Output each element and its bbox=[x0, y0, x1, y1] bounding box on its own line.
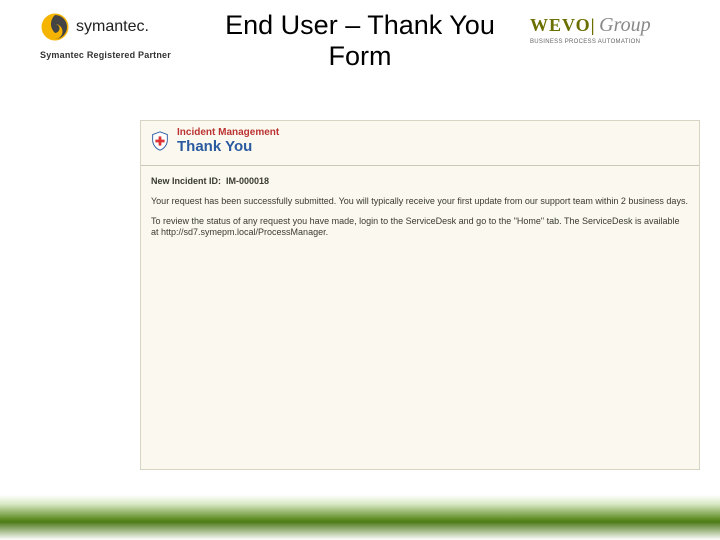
wevo-word: WEVO bbox=[530, 15, 591, 35]
symantec-wordmark: symantec. bbox=[76, 18, 149, 36]
incident-id-value: IM-000018 bbox=[226, 176, 269, 186]
title-line-2: Form bbox=[210, 41, 510, 72]
slide-title: End User – Thank You Form bbox=[210, 10, 510, 72]
incident-id-line: New Incident ID: IM-000018 bbox=[151, 176, 689, 186]
wevo-group: Group bbox=[599, 14, 650, 36]
symantec-logo-block: symantec. Symantec Registered Partner bbox=[40, 12, 190, 60]
header: symantec. Symantec Registered Partner En… bbox=[0, 8, 720, 78]
wevo-logo-block: WEVO| Group BUSINESS PROCESS AUTOMATION bbox=[530, 14, 700, 45]
wevo-separator: | bbox=[591, 15, 595, 35]
incident-shield-icon bbox=[149, 130, 171, 152]
panel-body: New Incident ID: IM-000018 Your request … bbox=[141, 166, 699, 257]
slide: symantec. Symantec Registered Partner En… bbox=[0, 0, 720, 540]
thank-you-panel: Incident Management Thank You New Incide… bbox=[140, 120, 700, 470]
symantec-tagline: Symantec Registered Partner bbox=[40, 50, 190, 60]
breadcrumb: Incident Management bbox=[177, 127, 279, 138]
symantec-swirl-icon bbox=[40, 12, 70, 42]
incident-id-label: New Incident ID: bbox=[151, 176, 221, 186]
panel-header: Incident Management Thank You bbox=[141, 121, 699, 166]
symantec-logo: symantec. bbox=[40, 12, 190, 42]
confirmation-paragraph-2: To review the status of any request you … bbox=[151, 216, 689, 239]
footer-bar bbox=[0, 495, 720, 540]
confirmation-paragraph-1: Your request has been successfully submi… bbox=[151, 196, 689, 208]
title-line-1: End User – Thank You bbox=[210, 10, 510, 41]
panel-heading: Thank You bbox=[177, 138, 279, 155]
wevo-logo: WEVO| Group bbox=[530, 14, 700, 37]
panel-header-texts: Incident Management Thank You bbox=[177, 127, 279, 155]
wevo-tagline: BUSINESS PROCESS AUTOMATION bbox=[530, 39, 700, 45]
